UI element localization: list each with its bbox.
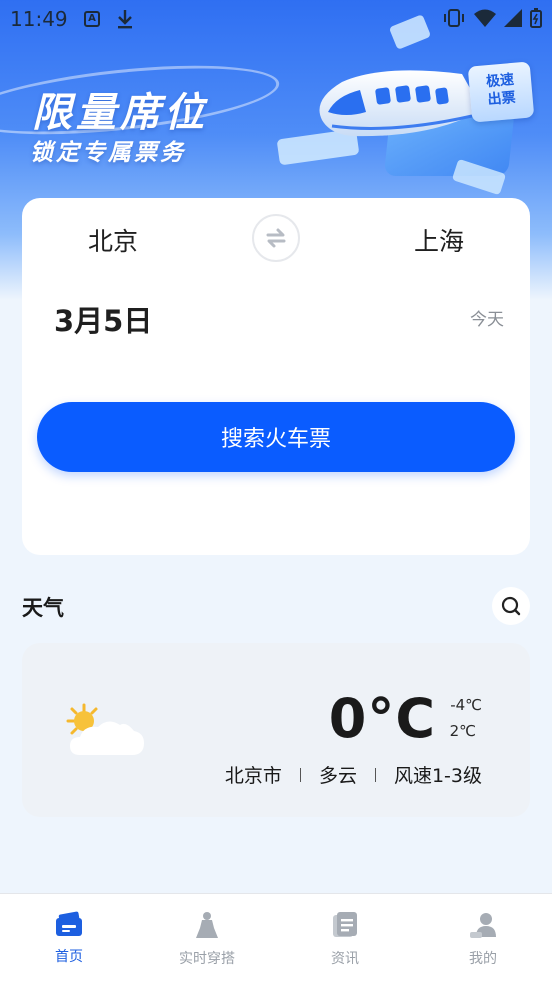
weather-card[interactable]: 0°C -4℃ 2℃ 北京市 多云 风速1-3级 — [22, 643, 530, 817]
nav-outfit[interactable]: 实时穿搭 — [138, 894, 276, 983]
partly-cloudy-icon — [66, 703, 144, 755]
weather-condition: 多云 — [318, 765, 357, 787]
nav-label: 资讯 — [331, 951, 359, 967]
signal-icon — [504, 9, 522, 27]
ticket-icon — [56, 911, 82, 936]
high-temperature: 2℃ — [449, 722, 476, 740]
arrival-city[interactable]: 上海 — [414, 222, 464, 258]
train-illustration — [319, 70, 482, 137]
fast-ticket-badge: 极速 出票 — [467, 61, 535, 123]
today-label: 今天 — [470, 310, 504, 330]
wind-speed: 风速1-3级 — [393, 765, 482, 787]
nav-label: 我的 — [469, 951, 497, 967]
train-booking-card: 北京 上海 3月5日 今天 搜索火车票 — [22, 198, 530, 555]
nav-label: 首页 — [55, 949, 83, 965]
download-icon — [118, 10, 132, 29]
nav-home[interactable]: 首页 — [0, 894, 138, 983]
search-train-tickets-button[interactable]: 搜索火车票 — [37, 402, 515, 472]
banner-subtitle: 锁定专属票务 — [30, 140, 186, 166]
swap-icon — [266, 228, 286, 248]
weather-section-title: 天气 — [22, 596, 64, 620]
status-icons — [442, 8, 542, 28]
weather-city: 北京市 — [224, 765, 282, 787]
status-time: 11:49 — [10, 7, 68, 31]
news-icon — [333, 912, 357, 937]
bottom-navigation: 首页 实时穿搭 资讯 我的 — [0, 893, 552, 983]
weather-details: 北京市 多云 风速1-3级 — [225, 761, 482, 788]
swap-cities-button[interactable] — [252, 214, 300, 262]
divider — [374, 767, 376, 782]
nav-profile[interactable]: 我的 — [414, 894, 552, 983]
wifi-icon — [474, 9, 496, 27]
search-icon — [501, 596, 521, 616]
current-temperature: 0°C — [328, 687, 436, 750]
accessibility-icon: A — [84, 11, 100, 27]
vibrate-icon — [444, 9, 464, 27]
weather-search-button[interactable] — [492, 587, 530, 625]
banner-title: 限量席位 — [32, 90, 208, 136]
departure-date[interactable]: 3月5日 — [54, 298, 152, 340]
low-temperature: -4℃ — [450, 696, 482, 714]
badge-line-2: 出票 — [486, 89, 517, 109]
status-bar: 11:49 A — [0, 0, 552, 38]
divider — [299, 767, 301, 782]
outfit-icon — [196, 912, 218, 938]
nav-news[interactable]: 资讯 — [276, 894, 414, 983]
battery-icon — [530, 8, 542, 28]
departure-city[interactable]: 北京 — [88, 222, 138, 258]
profile-icon — [470, 913, 496, 938]
nav-label: 实时穿搭 — [179, 951, 235, 967]
